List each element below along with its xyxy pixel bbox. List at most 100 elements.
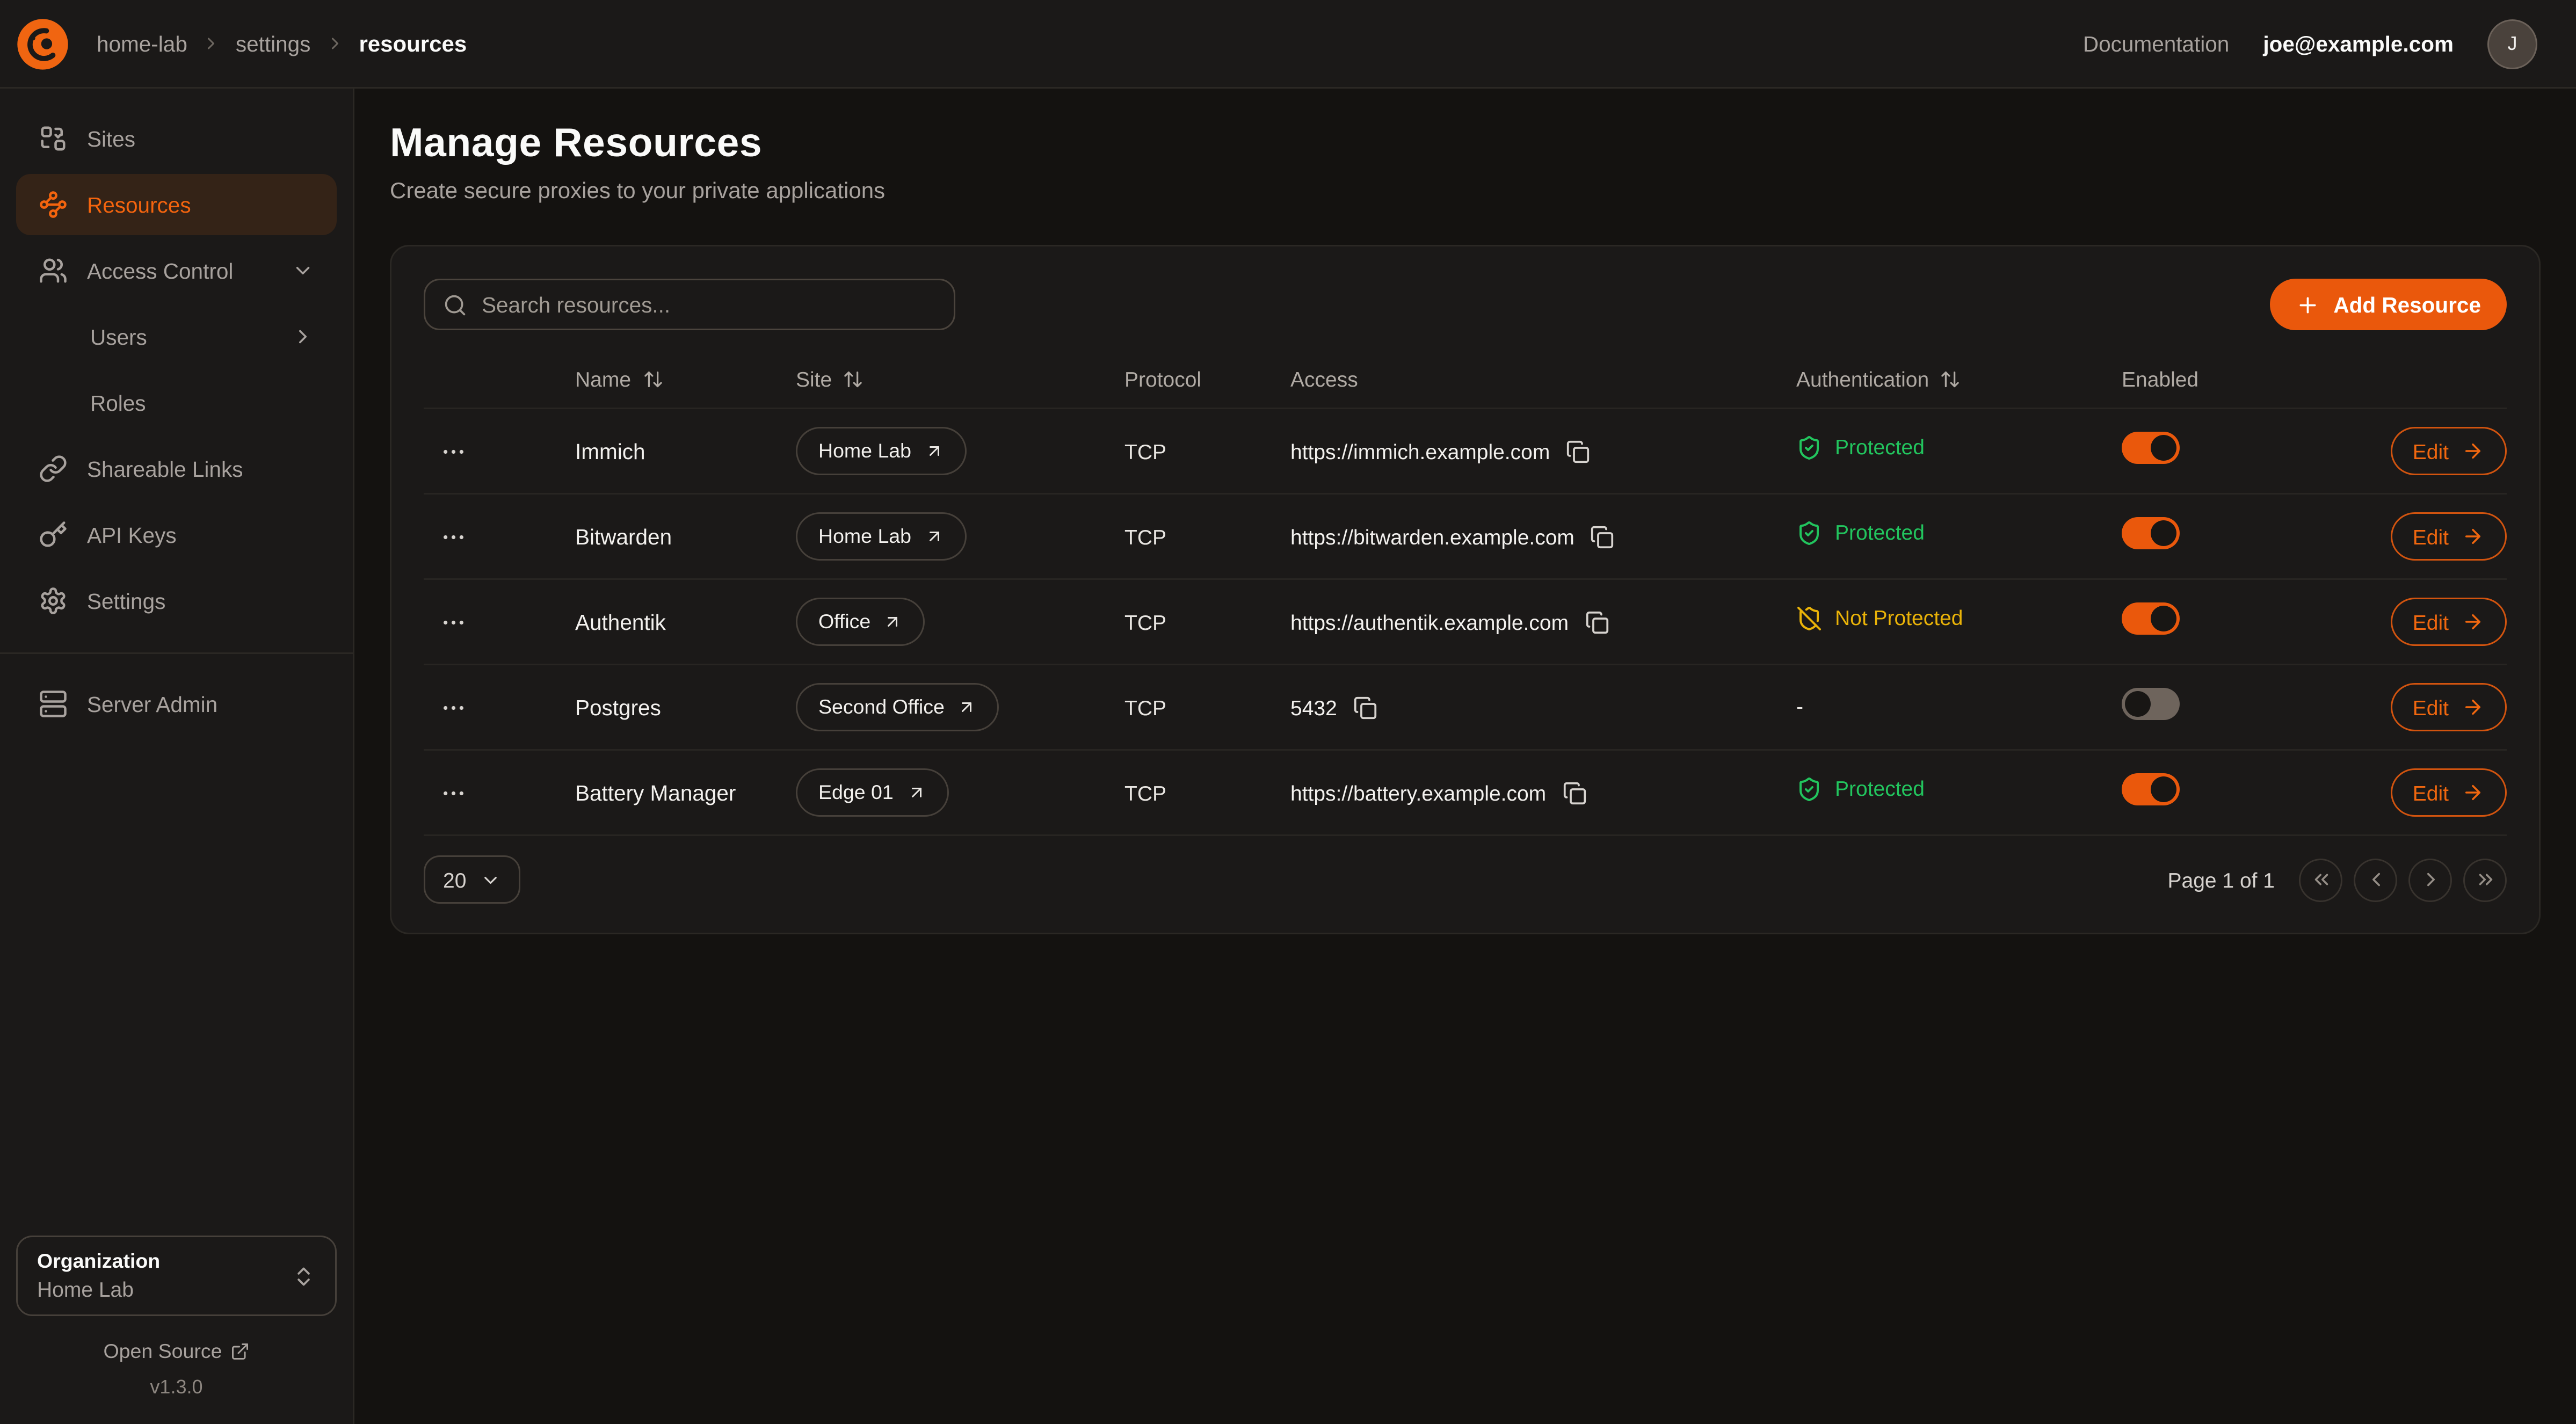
breadcrumb-org[interactable]: home-lab bbox=[97, 32, 187, 56]
row-menu-button[interactable] bbox=[430, 599, 475, 644]
version-label: v1.3.0 bbox=[16, 1376, 337, 1398]
documentation-link[interactable]: Documentation bbox=[2083, 32, 2229, 56]
page-title: Manage Resources bbox=[390, 121, 2541, 168]
sidebar-item-roles[interactable]: Roles bbox=[16, 372, 337, 433]
sidebar-item-api-keys[interactable]: API Keys bbox=[16, 504, 337, 565]
key-icon bbox=[39, 520, 68, 549]
protocol-value: TCP bbox=[1124, 781, 1290, 805]
site-link-button[interactable]: Home Lab bbox=[796, 427, 966, 475]
auth-status: - bbox=[1796, 694, 1803, 718]
first-page-button[interactable] bbox=[2299, 858, 2342, 902]
page-size-value: 20 bbox=[443, 868, 466, 892]
breadcrumb-section[interactable]: settings bbox=[236, 32, 311, 56]
row-menu-button[interactable] bbox=[430, 514, 475, 559]
chevron-right-icon bbox=[2419, 868, 2442, 891]
avatar[interactable]: J bbox=[2487, 19, 2537, 69]
last-page-button[interactable] bbox=[2463, 858, 2507, 902]
site-link-button[interactable]: Edge 01 bbox=[796, 768, 948, 817]
breadcrumb: home-lab settings resources bbox=[97, 31, 467, 56]
sidebar-item-sites[interactable]: Sites bbox=[16, 108, 337, 169]
auth-label: Protected bbox=[1835, 776, 1925, 801]
page-size-select[interactable]: 20 bbox=[424, 855, 521, 904]
row-menu-button[interactable] bbox=[430, 428, 475, 474]
sidebar-item-users[interactable]: Users bbox=[16, 306, 337, 367]
enabled-toggle[interactable] bbox=[2122, 517, 2180, 549]
sidebar-item-access-control[interactable]: Access Control bbox=[16, 240, 337, 301]
sidebar-item-shareable-links[interactable]: Shareable Links bbox=[16, 438, 337, 499]
previous-page-button[interactable] bbox=[2354, 858, 2397, 902]
add-resource-button[interactable]: Add Resource bbox=[2270, 279, 2507, 330]
link-icon bbox=[39, 454, 68, 483]
enabled-toggle[interactable] bbox=[2122, 687, 2180, 720]
search-input[interactable] bbox=[482, 293, 936, 317]
toolbar: Add Resource bbox=[424, 279, 2507, 330]
table-header: Name Site Protocol bbox=[424, 350, 2507, 408]
chevron-down-icon bbox=[481, 869, 502, 890]
header-site[interactable]: Site bbox=[796, 367, 1124, 391]
enabled-toggle[interactable] bbox=[2122, 773, 2180, 805]
breadcrumb-current: resources bbox=[359, 31, 467, 56]
column-label: Enabled bbox=[2122, 367, 2198, 391]
enabled-cell bbox=[2122, 773, 2341, 813]
header-authentication[interactable]: Authentication bbox=[1796, 367, 2122, 391]
table-row: Battery Manager Edge 01 TCP https://batt… bbox=[424, 749, 2507, 834]
enabled-toggle[interactable] bbox=[2122, 602, 2180, 634]
arrow-right-icon bbox=[2462, 611, 2484, 633]
add-resource-label: Add Resource bbox=[2333, 293, 2481, 317]
header-access: Access bbox=[1290, 367, 1796, 391]
sidebar-item-server-admin[interactable]: Server Admin bbox=[16, 673, 337, 735]
chevron-right-icon bbox=[202, 34, 221, 53]
site-link-button[interactable]: Second Office bbox=[796, 683, 999, 731]
enabled-toggle[interactable] bbox=[2122, 431, 2180, 463]
enabled-cell bbox=[2122, 687, 2341, 728]
auth-label: - bbox=[1796, 694, 1803, 718]
shield-off-icon bbox=[1796, 605, 1822, 631]
site-badge-label: Second Office bbox=[818, 696, 945, 718]
open-source-link[interactable]: Open Source bbox=[16, 1340, 337, 1363]
toggle-knob bbox=[2125, 691, 2151, 716]
sidebar-item-resources[interactable]: Resources bbox=[16, 174, 337, 235]
edit-cell: Edit bbox=[2390, 768, 2507, 817]
auth-label: Protected bbox=[1835, 520, 1925, 544]
sidebar-item-label: Resources bbox=[87, 193, 191, 217]
copy-icon[interactable] bbox=[1566, 439, 1590, 463]
enabled-cell bbox=[2122, 431, 2341, 471]
site-cell: Office bbox=[796, 598, 1124, 646]
auth-status: Not Protected bbox=[1796, 605, 1963, 631]
arrow-up-right-icon bbox=[924, 527, 944, 546]
edit-button[interactable]: Edit bbox=[2390, 512, 2507, 561]
edit-button[interactable]: Edit bbox=[2390, 427, 2507, 475]
edit-button[interactable]: Edit bbox=[2390, 598, 2507, 646]
auth-status: Protected bbox=[1796, 520, 1925, 546]
table-row: Postgres Second Office TCP 5432 bbox=[424, 664, 2507, 749]
auth-status: Protected bbox=[1796, 434, 1925, 460]
sidebar-item-label: Access Control bbox=[87, 259, 233, 283]
column-label: Access bbox=[1290, 367, 1358, 391]
toggle-knob bbox=[2151, 434, 2176, 460]
site-link-button[interactable]: Home Lab bbox=[796, 512, 966, 561]
site-link-button[interactable]: Office bbox=[796, 598, 925, 646]
protocol-value: TCP bbox=[1124, 439, 1290, 463]
row-menu-button[interactable] bbox=[430, 770, 475, 815]
gear-icon bbox=[39, 586, 68, 615]
next-page-button[interactable] bbox=[2408, 858, 2452, 902]
copy-icon[interactable] bbox=[1353, 695, 1377, 720]
row-menu-cell bbox=[424, 770, 575, 815]
ellipsis-icon bbox=[439, 523, 467, 550]
edit-button[interactable]: Edit bbox=[2390, 683, 2507, 731]
header-name[interactable]: Name bbox=[575, 367, 796, 391]
edit-button[interactable]: Edit bbox=[2390, 768, 2507, 817]
organization-selector[interactable]: Organization Home Lab bbox=[16, 1236, 337, 1316]
copy-icon[interactable] bbox=[1562, 781, 1586, 805]
row-menu-button[interactable] bbox=[430, 685, 475, 730]
edit-label: Edit bbox=[2413, 439, 2449, 463]
copy-icon[interactable] bbox=[1585, 610, 1609, 634]
sidebar-item-label: Users bbox=[90, 325, 147, 349]
auth-cell: Not Protected bbox=[1796, 605, 2122, 639]
access-cell: 5432 bbox=[1290, 695, 1796, 720]
search-icon bbox=[443, 293, 467, 317]
copy-icon[interactable] bbox=[1591, 525, 1615, 549]
access-value: https://bitwarden.example.com bbox=[1290, 525, 1574, 549]
user-email[interactable]: joe@example.com bbox=[2263, 32, 2454, 56]
sidebar-item-settings[interactable]: Settings bbox=[16, 570, 337, 631]
